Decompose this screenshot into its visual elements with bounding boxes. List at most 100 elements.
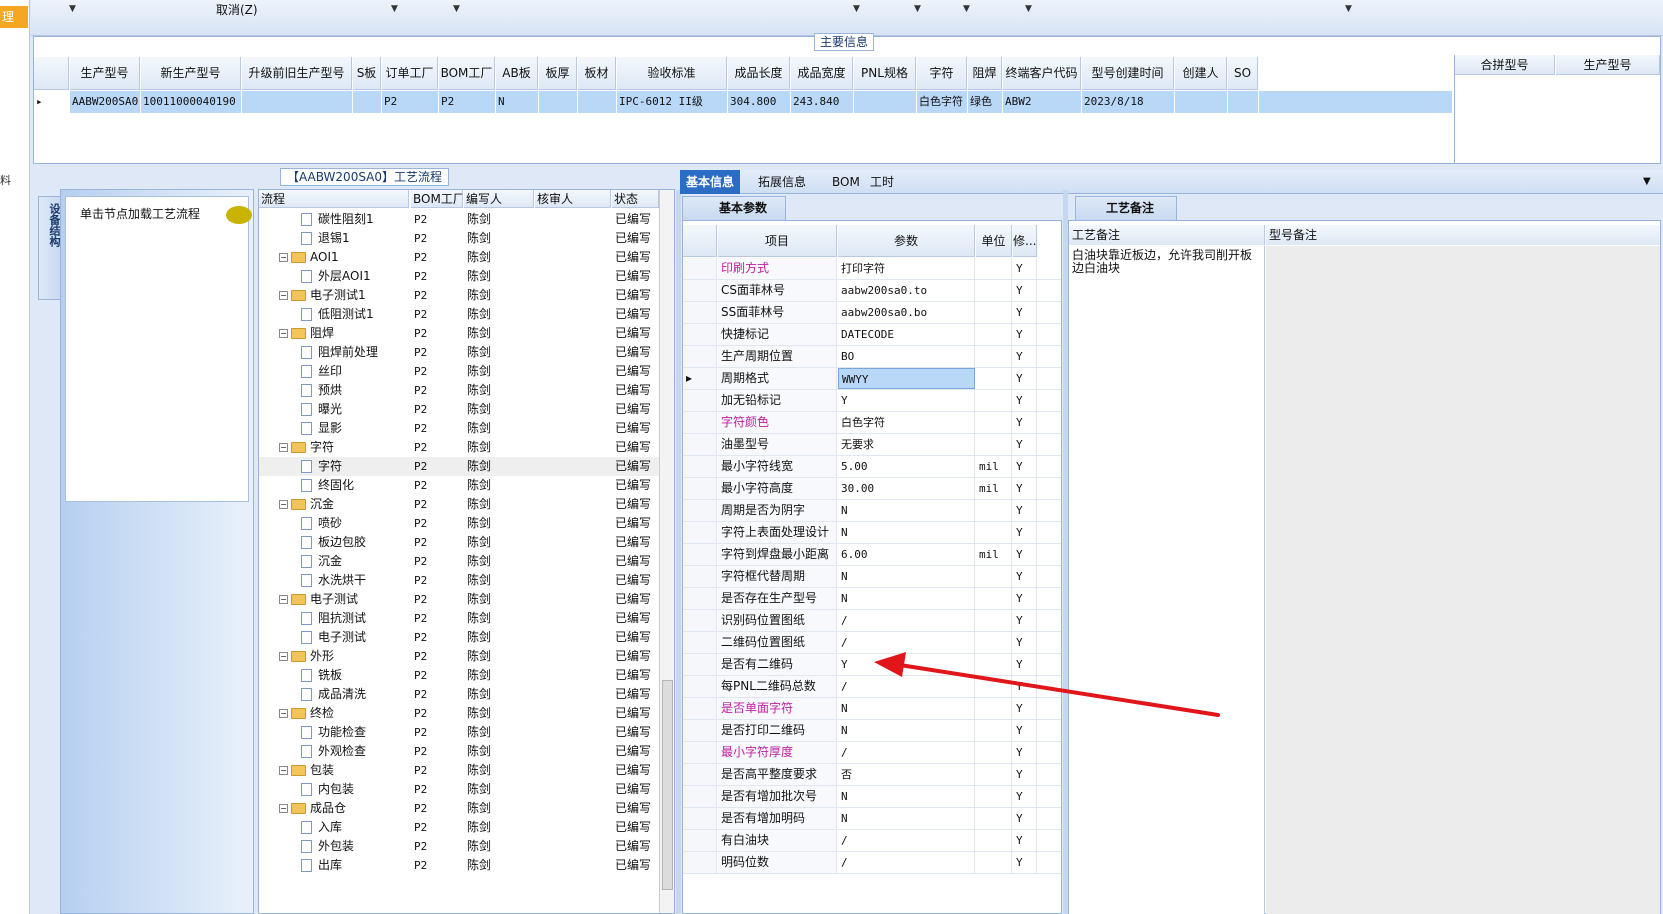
tree-node[interactable]: − 包装	[259, 761, 409, 780]
tree-row[interactable]: − 阻焊 P2 陈剑 已编写	[259, 324, 659, 343]
params-row[interactable]: 二维码位置图纸 / Y	[683, 632, 1061, 654]
params-row[interactable]: 字符到焊盘最小距离 6.00 mil Y	[683, 544, 1061, 566]
tree-node[interactable]: 终固化	[259, 476, 409, 495]
main-cell[interactable]: IPC-6012 II级	[617, 91, 727, 113]
tab-basic-info[interactable]: 基本信息	[680, 170, 741, 194]
tree-node[interactable]: 功能检查	[259, 723, 409, 742]
param-modify-flag[interactable]: Y	[1013, 566, 1037, 587]
param-modify-flag[interactable]: Y	[1013, 742, 1037, 763]
tree-row[interactable]: 外包装 P2 陈剑 已编写	[259, 837, 659, 856]
tree-node[interactable]: 电子测试	[259, 628, 409, 647]
dropdown-arrow-icon[interactable]: ▼	[853, 4, 860, 14]
tree-col-header[interactable]: 核审人	[535, 190, 611, 208]
dropdown-arrow-icon[interactable]: ▼	[391, 4, 398, 14]
collapse-icon[interactable]: −	[279, 500, 288, 509]
main-col-header[interactable]: S板	[353, 57, 381, 90]
param-value[interactable]: /	[838, 610, 975, 631]
param-value[interactable]: N	[838, 588, 975, 609]
tree-row[interactable]: 铣板 P2 陈剑 已编写	[259, 666, 659, 685]
params-col-header[interactable]: 单位	[976, 225, 1012, 257]
tree-node[interactable]: 铣板	[259, 666, 409, 685]
main-cell[interactable]: P2	[439, 91, 495, 113]
params-col-header[interactable]: 修...	[1013, 225, 1037, 257]
tree-node[interactable]: − 外形	[259, 647, 409, 666]
tab-extended-info[interactable]: 拓展信息	[752, 170, 812, 194]
params-row[interactable]: 是否高平整度要求否 Y	[683, 764, 1061, 786]
param-modify-flag[interactable]: Y	[1013, 390, 1037, 411]
tree-row[interactable]: 外层AOI1 P2 陈剑 已编写	[259, 267, 659, 286]
node-box[interactable]: 单击节点加载工艺流程	[65, 196, 252, 502]
tree-row[interactable]: 电子测试 P2 陈剑 已编写	[259, 628, 659, 647]
tree-row[interactable]: 沉金 P2 陈剑 已编写	[259, 552, 659, 571]
main-cell[interactable]: P2	[382, 91, 438, 113]
tree-row[interactable]: 退锡1 P2 陈剑 已编写	[259, 229, 659, 248]
params-row[interactable]: 有白油块 / Y	[683, 830, 1061, 852]
main-col-header[interactable]: 型号创建时间	[1082, 57, 1174, 90]
nav-tab-label[interactable]: 料	[0, 172, 11, 188]
params-col-header[interactable]: 项目	[718, 225, 837, 257]
tree-node[interactable]: 沉金	[259, 552, 409, 571]
cancel-button[interactable]: 取消(Z)	[216, 1, 258, 18]
tree-node[interactable]: − 字符	[259, 438, 409, 457]
param-modify-flag[interactable]: Y	[1013, 324, 1037, 345]
main-cell[interactable]: 243.840	[791, 91, 853, 113]
param-value[interactable]: 5.00	[838, 456, 975, 477]
param-modify-flag[interactable]: Y	[1013, 830, 1037, 851]
main-col-header[interactable]: AB板	[496, 57, 538, 90]
params-row[interactable]: 油墨型号 无要求 Y	[683, 434, 1061, 456]
tree-row[interactable]: 预烘 P2 陈剑 已编写	[259, 381, 659, 400]
dropdown-arrow-icon[interactable]: ▼	[453, 4, 460, 14]
tree-row[interactable]: − 电子测试1 P2 陈剑 已编写	[259, 286, 659, 305]
params-row[interactable]: 快捷标记 DATECODE Y	[683, 324, 1061, 346]
param-value[interactable]: /	[838, 632, 975, 653]
main-cell[interactable]	[539, 91, 577, 113]
tree-row[interactable]: 丝印 P2 陈剑 已编写	[259, 362, 659, 381]
collapse-icon[interactable]: −	[279, 595, 288, 604]
main-cell[interactable]: 304.800	[728, 91, 790, 113]
tree-node[interactable]: 水洗烘干	[259, 571, 409, 590]
tree-row[interactable]: 曝光 P2 陈剑 已编写	[259, 400, 659, 419]
tree-row[interactable]: − AOI1 P2 陈剑 已编写	[259, 248, 659, 267]
main-col-header[interactable]: 成品长度	[728, 57, 790, 90]
dropdown-arrow-icon[interactable]: ▼	[1025, 4, 1032, 14]
tree-row[interactable]: 终固化 P2 陈剑 已编写	[259, 476, 659, 495]
params-row[interactable]: 加无铅标记 Y Y	[683, 390, 1061, 412]
tree-row[interactable]: 板边包胶 P2 陈剑 已编写	[259, 533, 659, 552]
params-row[interactable]: 每PNL二维码总数 / Y	[683, 676, 1061, 698]
main-col-header[interactable]: 升级前旧生产型号	[242, 57, 352, 90]
param-value[interactable]: Y	[838, 654, 975, 675]
collapse-icon[interactable]: −	[279, 329, 288, 338]
tree-scrollbar[interactable]	[659, 190, 674, 913]
scroll-thumb[interactable]	[662, 680, 673, 890]
process-notes-tab[interactable]: 工艺备注	[1075, 196, 1178, 220]
main-col-header[interactable]: 验收标准	[617, 57, 727, 90]
main-cell[interactable]	[242, 91, 352, 113]
tree-node[interactable]: − 成品仓	[259, 799, 409, 818]
tree-row[interactable]: 内包装 P2 陈剑 已编写	[259, 780, 659, 799]
param-value[interactable]: 6.00	[838, 544, 975, 565]
tree-row[interactable]: − 终检 P2 陈剑 已编写	[259, 704, 659, 723]
param-modify-flag[interactable]: Y	[1013, 434, 1037, 455]
tree-node[interactable]: − 电子测试	[259, 590, 409, 609]
param-value[interactable]: N	[838, 786, 975, 807]
main-col-header[interactable]: 终端客户代码	[1003, 57, 1081, 90]
params-row[interactable]: 识别码位置图纸 / Y	[683, 610, 1061, 632]
param-modify-flag[interactable]: Y	[1013, 610, 1037, 631]
tree-node[interactable]: 外观检查	[259, 742, 409, 761]
tree-node[interactable]: 出库	[259, 856, 409, 875]
param-value[interactable]: WWYY	[838, 368, 975, 389]
param-value[interactable]: aabw200sa0.bo	[838, 302, 975, 323]
tree-row[interactable]: 显影 P2 陈剑 已编写	[259, 419, 659, 438]
tree-col-header[interactable]: 流程	[259, 190, 409, 208]
params-row[interactable]: 字符框代替周期 N Y	[683, 566, 1061, 588]
param-modify-flag[interactable]: Y	[1013, 280, 1037, 301]
param-modify-flag[interactable]: Y	[1013, 808, 1037, 829]
params-row[interactable]: 是否单面字符 N Y	[683, 698, 1061, 720]
param-value[interactable]: /	[838, 742, 975, 763]
params-row[interactable]: 明码位数 / Y	[683, 852, 1061, 874]
main-cell[interactable]: AABW200SA0	[70, 91, 140, 113]
tree-node[interactable]: 外包装	[259, 837, 409, 856]
tree-row[interactable]: − 字符 P2 陈剑 已编写	[259, 438, 659, 457]
main-cell[interactable]: 10011000040190	[141, 91, 241, 113]
param-modify-flag[interactable]: Y	[1013, 676, 1037, 697]
